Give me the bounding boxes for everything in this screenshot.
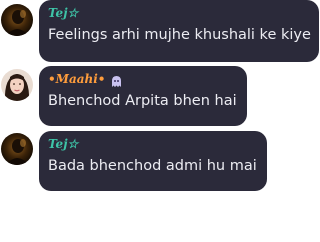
message-bubble: Tej☆ Bada bhenchod admi hu mai	[39, 131, 267, 191]
user-avatar[interactable]	[1, 133, 33, 165]
author-name[interactable]: Tej☆	[48, 6, 78, 20]
user-avatar[interactable]	[1, 4, 33, 36]
message-text: Bada bhenchod admi hu mai	[48, 158, 257, 174]
message-bubble: •Maahi• Bhenchod Arpita bhen hai	[39, 66, 247, 126]
author-name[interactable]: •Maahi•	[48, 72, 105, 86]
user-avatar[interactable]	[1, 69, 33, 101]
message-text: Feelings arhi mujhe khushali ke kiye	[48, 27, 311, 43]
chat-thread: Tej☆ Feelings arhi mujhe khushali ke kiy…	[0, 0, 320, 242]
message-text: Bhenchod Arpita bhen hai	[48, 93, 237, 109]
message-bubble: Tej☆ Feelings arhi mujhe khushali ke kiy…	[39, 0, 319, 62]
author-name[interactable]: Tej☆	[48, 137, 78, 151]
ghost-icon	[110, 73, 123, 87]
